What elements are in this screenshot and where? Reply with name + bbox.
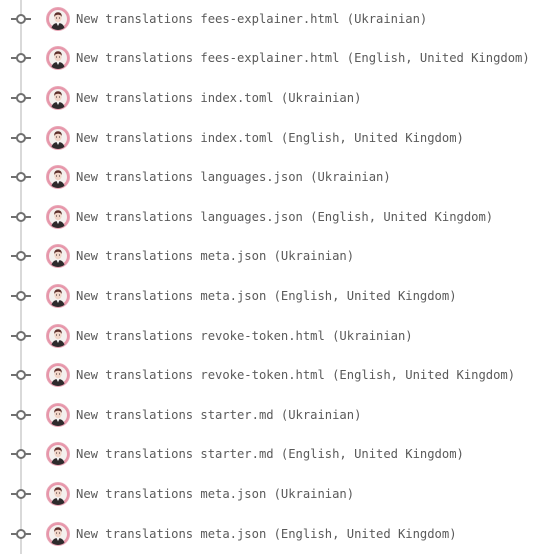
commit-message[interactable]: New translations languages.json (Ukraini… <box>76 170 391 184</box>
commit-node-icon <box>11 251 31 262</box>
commit-message[interactable]: New translations index.toml (English, Un… <box>76 131 464 145</box>
commit-row: New translations starter.md (English, Un… <box>0 435 541 475</box>
commit-row: New translations meta.json (English, Uni… <box>0 514 541 554</box>
commit-node-icon <box>11 172 31 183</box>
user-avatar[interactable] <box>46 402 70 427</box>
commit-node-icon <box>11 409 31 420</box>
user-avatar[interactable] <box>46 85 70 110</box>
commit-message[interactable]: New translations revoke-token.html (Ukra… <box>76 329 413 343</box>
commit-row: New translations revoke-token.html (Engl… <box>0 355 541 395</box>
commit-row: New translations fees-explainer.html (En… <box>0 39 541 79</box>
commit-message[interactable]: New translations fees-explainer.html (Uk… <box>76 12 427 26</box>
commit-node-icon <box>11 132 31 143</box>
commit-row: New translations languages.json (Ukraini… <box>0 157 541 197</box>
commit-node-icon <box>11 13 31 24</box>
commit-row: New translations meta.json (English, Uni… <box>0 276 541 316</box>
commit-node-icon <box>11 92 31 103</box>
user-avatar[interactable] <box>46 521 70 546</box>
user-avatar[interactable] <box>46 363 70 388</box>
user-avatar[interactable] <box>46 6 70 31</box>
commit-list: New translations fees-explainer.html (Uk… <box>0 0 541 553</box>
user-avatar[interactable] <box>46 323 70 348</box>
user-avatar[interactable] <box>46 442 70 467</box>
commit-node-icon <box>11 488 31 499</box>
commit-row: New translations meta.json (Ukrainian) <box>0 237 541 277</box>
user-avatar[interactable] <box>46 283 70 308</box>
commit-row: New translations languages.json (English… <box>0 197 541 237</box>
commit-row: New translations starter.md (Ukrainian) <box>0 395 541 435</box>
commit-row: New translations meta.json (Ukrainian) <box>0 474 541 514</box>
commit-node-icon <box>11 528 31 539</box>
commit-message[interactable]: New translations starter.md (Ukrainian) <box>76 408 361 422</box>
user-avatar[interactable] <box>46 125 70 150</box>
commit-row: New translations index.toml (English, Un… <box>0 118 541 158</box>
commit-message[interactable]: New translations index.toml (Ukrainian) <box>76 91 361 105</box>
commit-message[interactable]: New translations meta.json (Ukrainian) <box>76 487 354 501</box>
user-avatar[interactable] <box>46 204 70 229</box>
commit-message[interactable]: New translations meta.json (English, Uni… <box>76 527 457 541</box>
commit-message[interactable]: New translations revoke-token.html (Engl… <box>76 368 515 382</box>
commit-message[interactable]: New translations fees-explainer.html (En… <box>76 51 530 65</box>
commit-node-icon <box>11 290 31 301</box>
commit-row: New translations fees-explainer.html (Uk… <box>0 0 541 39</box>
user-avatar[interactable] <box>46 46 70 71</box>
commit-message[interactable]: New translations meta.json (English, Uni… <box>76 289 457 303</box>
commit-node-icon <box>11 211 31 222</box>
commit-row: New translations revoke-token.html (Ukra… <box>0 316 541 356</box>
user-avatar[interactable] <box>46 165 70 190</box>
commit-row: New translations index.toml (Ukrainian) <box>0 78 541 118</box>
commit-node-icon <box>11 449 31 460</box>
commit-node-icon <box>11 330 31 341</box>
commit-node-icon <box>11 370 31 381</box>
commit-node-icon <box>11 53 31 64</box>
commit-timeline: New translations fees-explainer.html (Uk… <box>0 0 541 554</box>
user-avatar[interactable] <box>46 481 70 506</box>
commit-message[interactable]: New translations starter.md (English, Un… <box>76 447 464 461</box>
commit-message[interactable]: New translations languages.json (English… <box>76 210 493 224</box>
commit-message[interactable]: New translations meta.json (Ukrainian) <box>76 249 354 263</box>
user-avatar[interactable] <box>46 244 70 269</box>
